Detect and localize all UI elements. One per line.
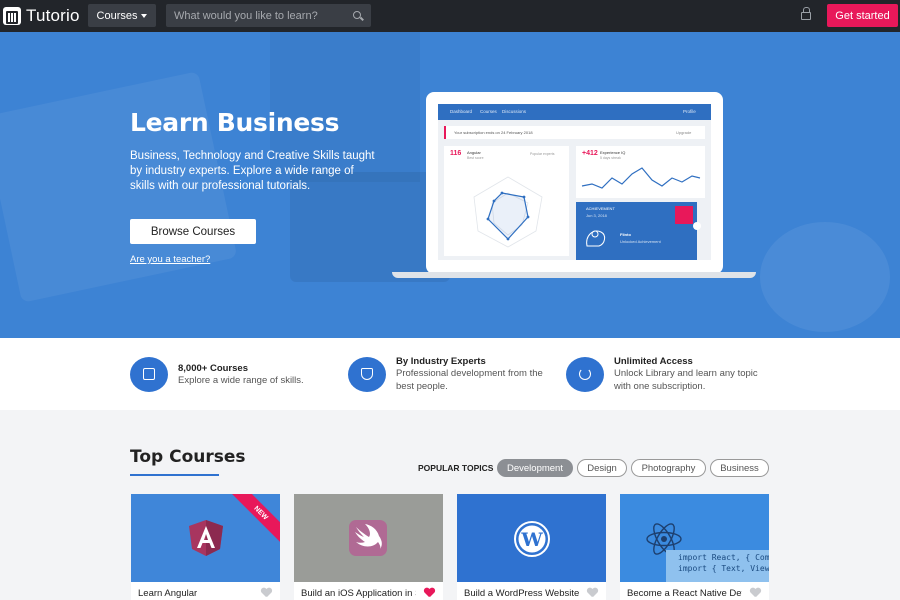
heart-icon[interactable] xyxy=(750,588,761,598)
feature-text: Unlock Library and learn any topic with … xyxy=(614,368,758,392)
flinto-sub: Unlocked Achievement xyxy=(620,239,661,244)
search-input[interactable] xyxy=(166,9,341,22)
svg-text:W: W xyxy=(520,529,543,551)
course-thumbnail: NEW xyxy=(131,494,280,582)
achievement-badge xyxy=(675,206,693,224)
hero-description: Business, Technology and Creative Skills… xyxy=(130,150,375,192)
caret-down-icon xyxy=(141,13,148,18)
laptop-mockup: Dashboard Courses Discussions Profile Yo… xyxy=(426,92,723,274)
angular-label: Angular xyxy=(467,150,481,155)
refresh-icon xyxy=(566,357,604,392)
subscription-note: Your subscription ends on 24 February 20… xyxy=(454,130,533,135)
courses-dropdown[interactable]: Courses xyxy=(88,4,156,27)
brand-name: Tutorio xyxy=(26,6,80,25)
flinto-title: Flinto xyxy=(620,232,631,237)
popular-topics-label: POPULAR TOPICS xyxy=(418,463,494,473)
wordpress-icon: W xyxy=(514,521,550,557)
course-card-angular[interactable]: NEW Learn Angular xyxy=(131,494,280,600)
heart-icon[interactable] xyxy=(587,588,598,598)
course-title: Build a WordPress Website xyxy=(464,588,579,599)
dashboard-profile: Profile xyxy=(683,109,696,114)
angular-icon xyxy=(189,520,223,556)
course-card-swift[interactable]: Build an iOS Application in Swift xyxy=(294,494,443,600)
book-icon xyxy=(3,7,21,25)
carousel-next-icon xyxy=(693,222,701,230)
dashboard-tab: Courses xyxy=(480,109,497,114)
upgrade-link: Upgrade xyxy=(676,130,692,135)
experience-label: Experience IQ xyxy=(600,150,626,155)
dashboard-tab: Dashboard xyxy=(450,109,473,114)
get-started-button[interactable]: Get started xyxy=(827,4,898,27)
experience-count: +412 xyxy=(582,150,598,157)
course-card-wordpress[interactable]: W Build a WordPress Website xyxy=(457,494,606,600)
feature-title: 8,000+ Courses xyxy=(178,363,248,374)
code-line: import React, { Comp xyxy=(678,553,769,562)
achievement-date: Jun 3, 2018 xyxy=(586,213,607,218)
achievement-label: ACHIEVEMENT xyxy=(586,206,615,211)
course-title: Build an iOS Application in Swift xyxy=(301,588,416,599)
heart-icon[interactable] xyxy=(261,588,272,598)
radar-chart xyxy=(473,176,543,248)
courses-dropdown-label: Courses xyxy=(96,9,138,22)
experience-sub: 5 days streak xyxy=(600,156,621,160)
dashboard-tab: Discussions xyxy=(502,109,527,114)
feature-title: Unlimited Access xyxy=(614,356,693,367)
brand-logo[interactable]: Tutorio xyxy=(3,6,80,26)
topic-pill-photography[interactable]: Photography xyxy=(631,459,706,477)
line-chart xyxy=(581,167,701,189)
heart-icon[interactable] xyxy=(424,588,435,598)
course-title: Become a React Native Developer xyxy=(627,588,742,599)
swift-icon xyxy=(349,520,387,556)
angular-count: 116 xyxy=(450,150,462,157)
dashboard-screen: Dashboard Courses Discussions Profile Yo… xyxy=(438,104,711,260)
top-navbar: Tutorio Courses Get started xyxy=(0,0,900,32)
popular-experts-label: Popular experts xyxy=(530,152,555,156)
title-underline xyxy=(130,474,219,476)
topic-pill-design[interactable]: Design xyxy=(577,459,627,477)
teacher-link[interactable]: Are you a teacher? xyxy=(130,254,210,265)
feature-title: By Industry Experts xyxy=(396,356,486,367)
search-box xyxy=(166,4,371,27)
feature-text: Explore a wide range of skills. xyxy=(178,375,304,386)
topic-pill-business[interactable]: Business xyxy=(710,459,769,477)
angular-sub: Best score xyxy=(467,156,484,160)
feature-text: Professional development from the best p… xyxy=(396,368,543,392)
features-strip: 8,000+ Courses Explore a wide range of s… xyxy=(0,338,900,410)
topic-pill-development[interactable]: Development xyxy=(497,459,573,477)
new-badge: NEW xyxy=(228,494,280,546)
search-icon[interactable] xyxy=(353,11,361,19)
lock-icon[interactable] xyxy=(801,7,811,20)
course-thumbnail: import React, { Comp import { Text, View xyxy=(620,494,769,582)
shield-icon xyxy=(348,357,386,392)
code-line: import { Text, View xyxy=(678,564,769,573)
course-title: Learn Angular xyxy=(138,588,198,599)
hero-section: Learn Business Business, Technology and … xyxy=(0,32,900,338)
courses-icon xyxy=(130,357,168,392)
course-thumbnail: W xyxy=(457,494,606,582)
laptop-base xyxy=(392,272,756,278)
hero-background-shape xyxy=(760,222,890,332)
top-courses-title: Top Courses xyxy=(130,447,246,467)
flinto-illustration xyxy=(586,230,606,247)
dashboard-nav xyxy=(438,104,711,120)
course-card-react[interactable]: import React, { Comp import { Text, View… xyxy=(620,494,769,600)
browse-courses-button[interactable]: Browse Courses xyxy=(130,219,256,244)
hero-title: Learn Business xyxy=(130,108,340,137)
course-thumbnail xyxy=(294,494,443,582)
